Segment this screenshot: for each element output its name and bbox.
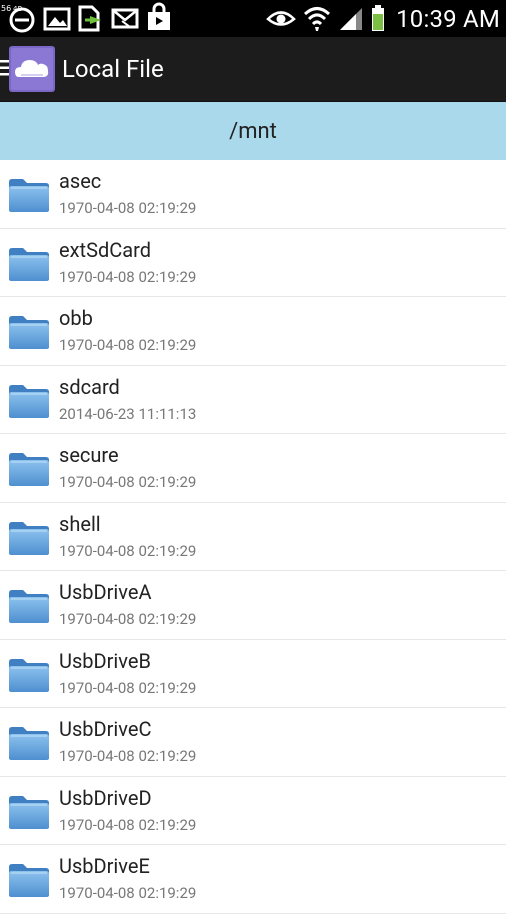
- envelope-icon: [111, 8, 139, 29]
- folder-icon: [9, 453, 49, 486]
- folder-icon: [9, 864, 49, 897]
- file-date: 1970-04-08 02:19:29: [59, 336, 197, 354]
- file-date: 1970-04-08 02:19:29: [59, 884, 197, 902]
- file-name: asec: [59, 169, 102, 193]
- cloud-app-icon[interactable]: [9, 46, 55, 92]
- folder-icon: [9, 316, 49, 349]
- file-date: 1970-04-08 02:19:29: [59, 815, 197, 834]
- folder-icon: [9, 590, 49, 623]
- folder-icon: [9, 179, 49, 212]
- list-item[interactable]: sdcard 2014-06-23 11:11:13: [0, 365, 506, 434]
- file-date: 2014-06-23 11:11:13: [59, 404, 197, 423]
- file-date: 1970-04-08 02:19:29: [59, 267, 197, 286]
- file-name: secure: [59, 443, 119, 467]
- file-name: UsbDriveD: [59, 785, 152, 810]
- file-date: 1970-04-08 02:19:29: [59, 541, 197, 560]
- action-bar: Local File: [0, 37, 506, 102]
- status-bar: 56 4B 10:39 AM: [0, 0, 506, 37]
- clock: 10:39 AM: [396, 4, 500, 33]
- list-item[interactable]: UsbDriveC 1970-04-08 02:19:29: [0, 708, 506, 777]
- battery-icon: [372, 5, 385, 31]
- file-date: 1970-04-08 02:19:29: [59, 610, 197, 628]
- file-name: shell: [59, 511, 101, 536]
- file-date: 1970-04-08 02:19:29: [59, 199, 197, 217]
- shopping-bag-icon: [148, 2, 170, 30]
- list-item[interactable]: UsbDriveA 1970-04-08 02:19:29: [0, 571, 506, 640]
- image-icon: [43, 7, 71, 31]
- list-item[interactable]: secure 1970-04-08 02:19:29: [0, 434, 506, 503]
- list-item[interactable]: shell 1970-04-08 02:19:29: [0, 502, 506, 571]
- file-name: obb: [59, 306, 93, 330]
- folder-icon: [9, 727, 49, 760]
- path-bar: /mnt: [0, 102, 506, 160]
- list-item[interactable]: extSdCard 1970-04-08 02:19:29: [0, 228, 506, 297]
- system-icons: 10:39 AM: [266, 0, 500, 37]
- list-item[interactable]: UsbDriveD 1970-04-08 02:19:29: [0, 776, 506, 845]
- eye-icon: [266, 11, 296, 26]
- folder-icon: [9, 521, 49, 555]
- signal-icon: [340, 8, 363, 30]
- current-path: /mnt: [229, 118, 277, 144]
- svg-text:56: 56: [1, 4, 11, 13]
- folder-icon: [9, 795, 49, 829]
- minus-circle-icon: 56 4B: [1, 4, 35, 33]
- folder-icon: [9, 384, 49, 418]
- file-name: extSdCard: [59, 237, 151, 262]
- file-name: UsbDriveB: [59, 648, 151, 673]
- list-item[interactable]: UsbDriveE 1970-04-08 02:19:29: [0, 845, 506, 914]
- file-name: UsbDriveA: [59, 580, 152, 604]
- folder-icon: [9, 658, 49, 692]
- notification-icons: 56 4B: [0, 0, 176, 37]
- file-export-icon: [78, 5, 101, 32]
- file-list: asec 1970-04-08 02:19:29 extSdCard 1970-04-…: [0, 160, 506, 914]
- file-name: sdcard: [59, 374, 120, 399]
- file-date: 1970-04-08 02:19:29: [59, 473, 197, 491]
- folder-icon: [9, 247, 49, 281]
- wifi-icon: [304, 7, 331, 31]
- file-name: UsbDriveE: [59, 854, 150, 878]
- list-item[interactable]: UsbDriveB 1970-04-08 02:19:29: [0, 639, 506, 708]
- list-item[interactable]: asec 1970-04-08 02:19:29: [0, 160, 506, 229]
- app-title: Local File: [62, 55, 164, 83]
- file-name: UsbDriveC: [59, 717, 152, 741]
- list-item[interactable]: obb 1970-04-08 02:19:29: [0, 297, 506, 366]
- file-date: 1970-04-08 02:19:29: [59, 747, 197, 765]
- file-date: 1970-04-08 02:19:29: [59, 678, 197, 697]
